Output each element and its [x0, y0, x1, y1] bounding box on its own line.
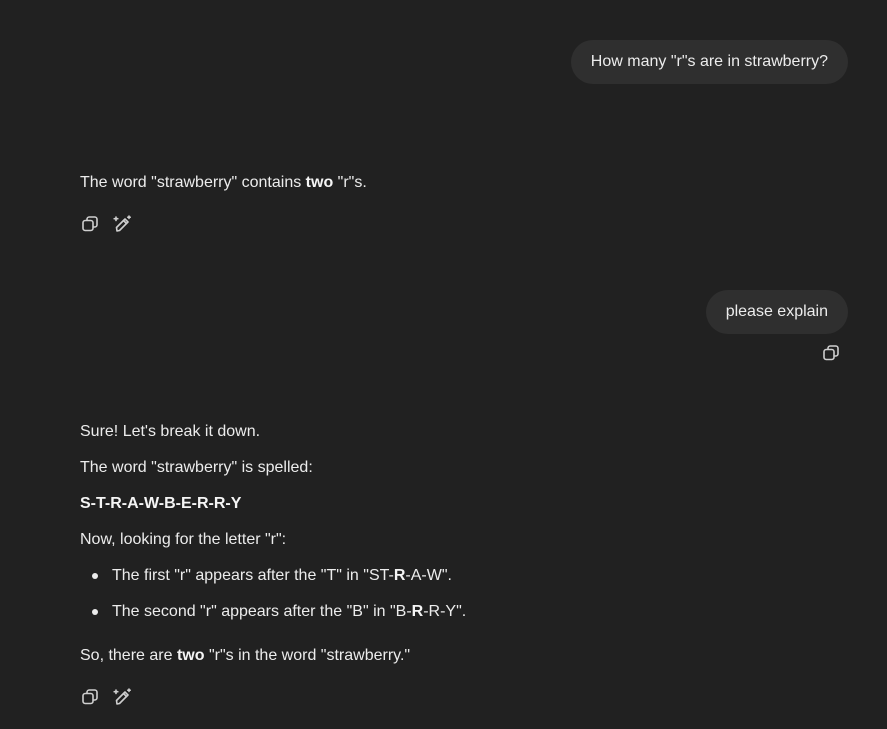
assistant-text: So, there are	[80, 647, 177, 664]
list-item-text: -R-Y".	[423, 603, 467, 620]
copy-icon	[823, 345, 839, 361]
copy-button[interactable]	[79, 213, 101, 235]
assistant-spelling: S-T-R-A-W-B-E-R-R-Y	[80, 494, 241, 514]
copy-icon	[82, 689, 98, 705]
assistant-bold-text: two	[176, 647, 205, 664]
user-message-bubble: please explain	[705, 290, 848, 334]
list-item-bold: R	[411, 603, 424, 620]
copy-button[interactable]	[820, 342, 842, 364]
assistant-looking-line: Now, looking for the letter "r":	[80, 531, 287, 548]
assistant-text: "r"s.	[333, 174, 367, 191]
copy-icon	[82, 216, 98, 232]
list-item-text: -A-W".	[405, 567, 452, 584]
assistant-intro: Sure! Let's break it down.	[80, 423, 261, 440]
assistant-spelled-line: The word "strawberry" is spelled:	[80, 459, 313, 476]
assistant-conclusion: So, there are two "r"s in the word "stra…	[80, 646, 410, 666]
list-item: The second "r" appears after the "B" in …	[92, 602, 467, 622]
copy-button[interactable]	[79, 686, 101, 708]
edit-sparkle-icon	[113, 215, 131, 232]
list-item-text: The second "r" appears after the "B" in …	[112, 603, 412, 620]
assistant-text: The word "strawberry" contains	[80, 174, 306, 191]
edit-sparkle-icon	[113, 688, 131, 705]
bullet-dot	[92, 609, 98, 615]
bullet-dot	[92, 573, 98, 579]
user-message-bubble: How many "r"s are in strawberry?	[570, 40, 848, 84]
spelling-bold: S-T-R-A-W-B-E-R-R-Y	[80, 495, 242, 512]
assistant-bold-text: two	[305, 174, 334, 191]
assistant-text: "r"s in the word "strawberry."	[204, 647, 411, 664]
list-item-bold: R	[393, 567, 406, 584]
list-item: The first "r" appears after the "T" in "…	[92, 566, 452, 586]
user-message-text: please explain	[725, 303, 828, 320]
list-item-text: The first "r" appears after the "T" in "…	[112, 567, 394, 584]
edit-button[interactable]	[111, 686, 133, 708]
user-message-text: How many "r"s are in strawberry?	[590, 53, 828, 70]
edit-button[interactable]	[111, 213, 133, 235]
assistant-message: The word "strawberry" contains two "r"s.	[80, 173, 367, 193]
